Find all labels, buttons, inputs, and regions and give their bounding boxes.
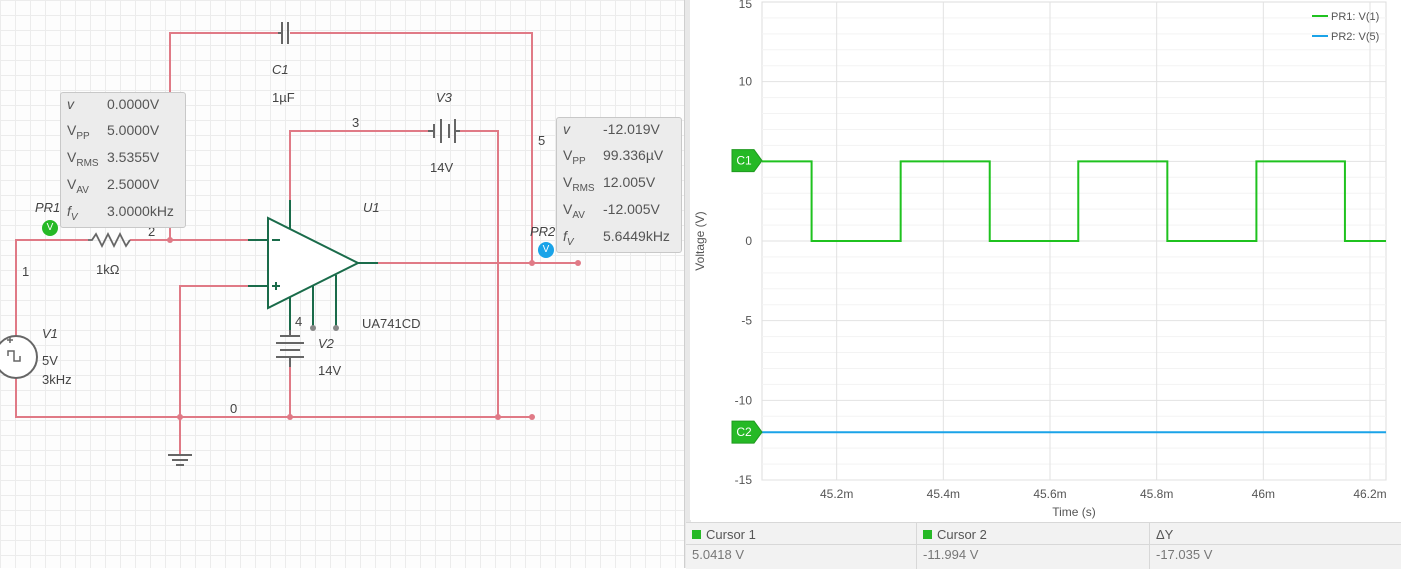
probe-pr1-readout[interactable]: v 0.0000V VPP 5.0000V VRMS 3.5355V VAV 2.500… bbox=[60, 92, 186, 228]
pr1-v: 0.0000V bbox=[107, 96, 160, 112]
delta-y-column: ΔY -17.035 V bbox=[1150, 523, 1376, 569]
cursor-2-marker-label: C2 bbox=[736, 425, 752, 439]
x-tick-label: 45.8m bbox=[1140, 487, 1173, 501]
x-tick-label: 45.4m bbox=[927, 487, 960, 501]
pr2-vrms: 12.005V bbox=[603, 174, 656, 190]
probe-pr1-icon[interactable]: V bbox=[42, 220, 58, 236]
cursor-readout-bar: Cursor 1 5.0418 V Cursor 2 -11.994 V ΔY … bbox=[686, 522, 1401, 569]
legend-entry-2[interactable]: PR2: V(5) bbox=[1331, 31, 1379, 43]
x-tick-label: 46.2m bbox=[1353, 487, 1386, 501]
schematic-canvas[interactable]: C1 1µF V3 14V U1 UA741CD V2 14V V1 5V 3k… bbox=[0, 0, 684, 568]
y-tick-label: -5 bbox=[741, 314, 752, 328]
x-tick-label: 45.6m bbox=[1033, 487, 1066, 501]
cursor1-color-icon bbox=[692, 530, 701, 539]
cursor2-column[interactable]: Cursor 2 -11.994 V bbox=[917, 523, 1150, 569]
y-tick-label: -15 bbox=[735, 473, 753, 487]
pr1-vpp: 5.0000V bbox=[107, 122, 160, 138]
pr1-vrms: 3.5355V bbox=[107, 149, 160, 165]
node-3-label: 3 bbox=[352, 115, 360, 130]
cursor2-label: Cursor 2 bbox=[937, 527, 987, 542]
y-tick-label: 0 bbox=[745, 234, 752, 248]
delta-y-value: -17.035 V bbox=[1156, 547, 1213, 562]
pr2-v: -12.019V bbox=[603, 121, 660, 137]
pr2-name: PR2 bbox=[530, 224, 556, 239]
pr1-fv: 3.0000kHz bbox=[107, 203, 174, 219]
node-1-label: 1 bbox=[22, 264, 30, 279]
y-tick-label: 10 bbox=[739, 75, 753, 89]
cursor1-value: 5.0418 V bbox=[692, 547, 745, 562]
probe-pr2-readout[interactable]: v -12.019V VPP 99.336µV VRMS 12.005V VAV -12… bbox=[556, 117, 682, 253]
pr2-vpp: 99.336µV bbox=[603, 147, 664, 163]
legend-entry-1[interactable]: PR1: V(1) bbox=[1331, 11, 1379, 23]
node-0-label: 0 bbox=[230, 401, 238, 416]
y-axis-label: Voltage (V) bbox=[693, 211, 707, 270]
grapher-panel[interactable]: 1050-5-10-151545.2m45.4m45.6m45.8m46m46.… bbox=[690, 0, 1401, 520]
y-tick-label: -10 bbox=[735, 393, 753, 407]
node-4-label: 4 bbox=[295, 314, 303, 329]
cursor1-column[interactable]: Cursor 1 5.0418 V bbox=[686, 523, 917, 569]
x-tick-label: 45.2m bbox=[820, 487, 853, 501]
ground-symbol bbox=[168, 454, 192, 466]
cursor2-color-icon bbox=[923, 530, 932, 539]
delta-y-label: ΔY bbox=[1156, 527, 1174, 542]
pr2-vav: -12.005V bbox=[603, 201, 660, 217]
node-5-label: 5 bbox=[538, 133, 546, 148]
x-tick-label: 46m bbox=[1252, 487, 1275, 501]
y-tick-label-top: 15 bbox=[739, 0, 753, 11]
pr1-vav: 2.5000V bbox=[107, 176, 160, 192]
grapher-chart[interactable]: 1050-5-10-151545.2m45.4m45.6m45.8m46m46.… bbox=[690, 0, 1401, 520]
cursor2-value: -11.994 V bbox=[923, 547, 979, 562]
probe-pr2-icon[interactable]: V bbox=[538, 242, 554, 258]
x-axis-label: Time (s) bbox=[1052, 505, 1096, 519]
pr1-name: PR1 bbox=[35, 200, 61, 215]
pr2-fv: 5.6449kHz bbox=[603, 228, 670, 244]
cursor-1-marker-label: C1 bbox=[736, 154, 752, 168]
cursor1-label: Cursor 1 bbox=[706, 527, 756, 542]
